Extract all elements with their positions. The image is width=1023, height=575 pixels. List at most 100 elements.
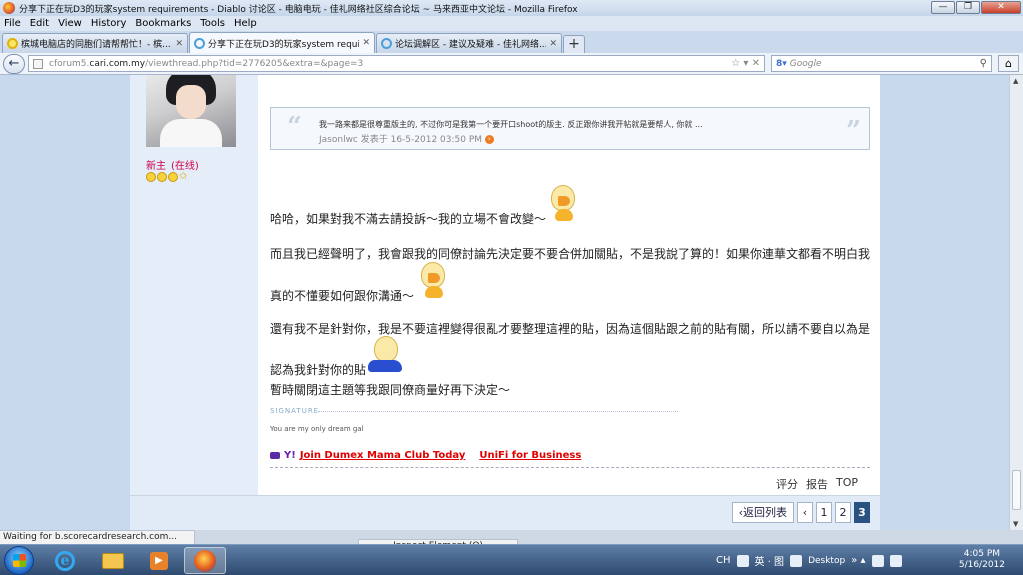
tab-close-icon[interactable]: ✕ [175, 39, 183, 49]
pagination: ‹返回列表 ‹ 1 2 3 [731, 502, 870, 523]
post-line-1: 哈哈，如果對我不滿去請投訴～我的立場不會改變～ [270, 212, 547, 226]
tray-app-icon[interactable] [790, 554, 803, 567]
post-actions: 评分 报告 TOP [776, 476, 858, 492]
tray-app-icon[interactable] [736, 554, 749, 567]
back-button[interactable]: ← [3, 53, 25, 74]
window-controls: — ❐ ✕ [931, 1, 1021, 14]
search-placeholder: Google [789, 58, 822, 69]
post-line-4: 還有我不是針對你，我是不要這裡變得很亂才要整理這裡的貼，因為這個貼跟之前的貼有關… [270, 322, 871, 336]
tab-3[interactable]: 论坛调解区 - 建议及疑难 - 佳礼网络... ✕ [376, 33, 562, 53]
report-link[interactable]: 报告 [806, 476, 828, 492]
page-3-button[interactable]: 3 [854, 502, 870, 523]
menu-history[interactable]: History [91, 18, 127, 29]
user-rank: 新主 (在线) [146, 161, 199, 172]
tab-close-icon[interactable]: ✕ [549, 39, 557, 49]
title-bar: 分享下正在玩D3的玩家system requirements - Diablo … [0, 0, 1023, 16]
ad-link-unifi[interactable]: UniFi for Business [479, 450, 581, 461]
search-engine-icon[interactable]: 8▾ [776, 59, 787, 69]
network-icon[interactable] [871, 554, 884, 567]
rate-link[interactable]: 评分 [776, 476, 798, 492]
firefox-icon [3, 2, 15, 14]
desktop-toolbar-label[interactable]: Desktop [808, 556, 845, 566]
post-author-column: 新主 (在线) ✩ [130, 75, 258, 495]
smiley-emoticon-icon [547, 185, 581, 221]
post-line-2: 而且我已經聲明了，我會跟我的同僚討論先決定要不要合併加關貼，不是我說了算的！如果… [270, 247, 871, 261]
tab-label: 槟城电脑店的同胞们请帮帮忙！- 槟... [21, 40, 171, 50]
yahoo-icon: Y! [284, 450, 296, 461]
prev-page-button[interactable]: ‹ [797, 502, 813, 523]
clock-time: 4:05 PM [963, 549, 1001, 559]
smiley-emoticon-icon [417, 262, 451, 298]
user-level-icon: ✩ [146, 172, 189, 182]
ad-link-dumex[interactable]: Join Dumex Mama Club Today [300, 450, 466, 461]
system-tray: CH 英 · 图 Desktop » ▴ [716, 545, 902, 575]
home-button[interactable]: ⌂ [998, 55, 1019, 72]
tab-loading-icon [381, 38, 392, 49]
close-button[interactable]: ✕ [981, 1, 1021, 14]
internet-explorer-icon: e [55, 550, 75, 571]
post-line-3: 真的不懂要如何跟你溝通～ [270, 289, 415, 303]
window-title: 分享下正在玩D3的玩家system requirements - Diablo … [19, 4, 578, 15]
post-container: 新主 (在线) ✩ “ 我一路来都是很尊重版主的, 不过你可是我第一个要开口sho… [130, 75, 880, 530]
taskbar-media-button[interactable]: ▶ [138, 547, 180, 574]
tab-1[interactable]: 槟城电脑店的同胞们请帮帮忙！- 槟... ✕ [2, 33, 188, 53]
taskbar-explorer-button[interactable] [92, 547, 134, 574]
clock-date: 5/16/2012 [958, 560, 1005, 570]
post-divider [270, 467, 870, 468]
page-1-button[interactable]: 1 [816, 502, 832, 523]
search-input[interactable]: 8▾ Google ⚲ [771, 55, 992, 72]
page-content: 新主 (在线) ✩ “ 我一路来都是很尊重版主的, 不过你可是我第一个要开口sho… [0, 75, 1009, 530]
ad-icon [270, 452, 280, 459]
site-identity-icon[interactable] [33, 58, 43, 69]
show-hidden-icons-icon[interactable]: » ▴ [851, 555, 865, 566]
post-line-5: 認為我針對你的貼 [270, 363, 367, 377]
quote-text: 我一路来都是很尊重版主的, 不过你可是我第一个要开口shoot的版主. 反正跟你… [319, 120, 703, 129]
menu-bar: File Edit View History Bookmarks Tools H… [0, 16, 1023, 31]
menu-file[interactable]: File [4, 18, 21, 29]
ime-indicator[interactable]: 英 · 图 [755, 553, 785, 568]
scroll-up-icon[interactable]: ▲ [1013, 77, 1018, 85]
quote-block: “ 我一路来都是很尊重版主的, 不过你可是我第一个要开口shoot的版主. 反正… [270, 107, 870, 150]
clock[interactable]: 4:05 PM 5/16/2012 [959, 549, 1005, 571]
start-button[interactable] [4, 546, 34, 575]
goto-post-icon[interactable]: › [484, 135, 494, 144]
signature-divider [318, 411, 678, 412]
avatar[interactable] [146, 75, 236, 147]
taskbar-firefox-button[interactable] [184, 547, 226, 574]
status-bar: Waiting for b.scorecardresearch.com... [0, 530, 195, 544]
tab-2[interactable]: 分享下正在玩D3的玩家system requir... ✕ [189, 32, 375, 53]
menu-edit[interactable]: Edit [30, 18, 49, 29]
maximize-button[interactable]: ❐ [956, 1, 980, 14]
new-tab-button[interactable]: + [563, 35, 585, 53]
bookmark-star-icon[interactable]: ☆ ▾ ✕ [731, 58, 760, 69]
scroll-down-icon[interactable]: ▼ [1013, 520, 1018, 528]
quote-author: Jasonlwc 发表于 16-5-2012 03:50 PM › [319, 132, 494, 145]
search-icon[interactable]: ⚲ [980, 58, 987, 69]
page-2-button[interactable]: 2 [835, 502, 851, 523]
menu-help[interactable]: Help [234, 18, 257, 29]
tab-label: 分享下正在玩D3的玩家system requir... [208, 39, 360, 50]
volume-icon[interactable] [889, 554, 902, 567]
menu-tools[interactable]: Tools [200, 18, 225, 29]
navigation-bar: ← cforum5.cari.com.my/viewthread.php?tid… [0, 53, 1023, 75]
tab-favicon-icon [7, 38, 18, 49]
tab-close-icon[interactable]: ✕ [362, 38, 370, 48]
minimize-button[interactable]: — [931, 1, 955, 14]
url-bar[interactable]: cforum5.cari.com.my/viewthread.php?tid=2… [28, 55, 765, 72]
tab-loading-icon [194, 37, 205, 49]
language-indicator[interactable]: CH [716, 555, 731, 566]
post-line-6: 暫時關閉這主題等我跟同僚商量好再下決定～ [270, 383, 511, 397]
tab-label: 论坛调解区 - 建议及疑难 - 佳礼网络... [395, 40, 547, 50]
menu-bookmarks[interactable]: Bookmarks [135, 18, 191, 29]
taskbar-ie-button[interactable]: e [44, 547, 86, 574]
vertical-scrollbar[interactable]: ▲ ▼ [1009, 75, 1023, 530]
quote-open-icon: “ [287, 112, 302, 142]
top-link[interactable]: TOP [836, 476, 858, 492]
firefox-icon [194, 549, 216, 572]
pagination-bar: ‹返回列表 ‹ 1 2 3 [130, 495, 880, 530]
scrollbar-thumb[interactable] [1012, 470, 1021, 510]
tab-bar: 槟城电脑店的同胞们请帮帮忙！- 槟... ✕ 分享下正在玩D3的玩家system… [0, 31, 1023, 53]
menu-view[interactable]: View [58, 18, 82, 29]
windows-logo-icon [13, 554, 26, 567]
back-to-list-button[interactable]: ‹返回列表 [731, 502, 794, 523]
